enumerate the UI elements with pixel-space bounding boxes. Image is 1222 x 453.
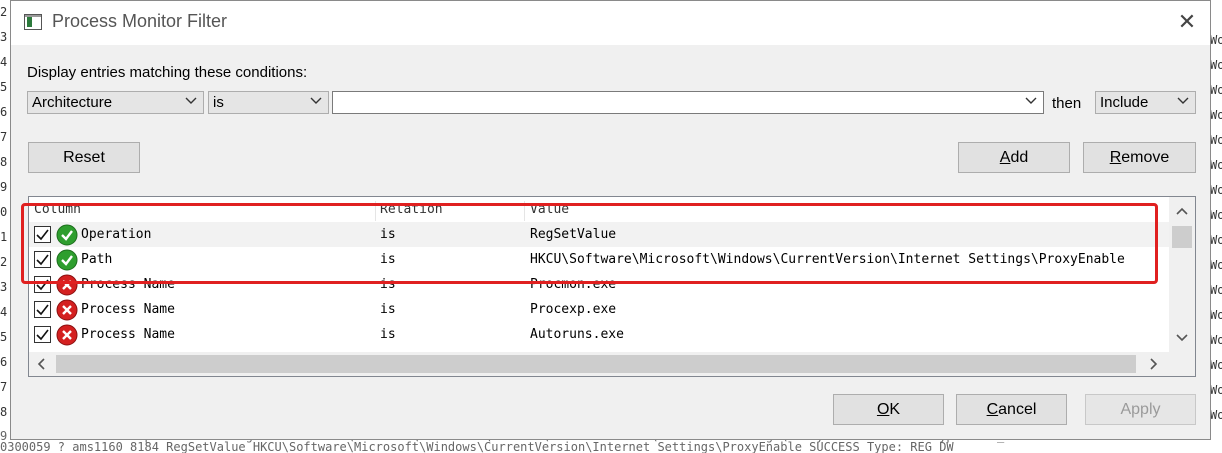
row-relation: is <box>380 252 396 267</box>
row-column: Path <box>81 252 113 267</box>
apply-button[interactable]: Apply <box>1085 394 1196 425</box>
dialog-title: Process Monitor Filter <box>52 11 228 31</box>
close-button[interactable]: ✕ <box>1164 1 1210 45</box>
filter-list[interactable]: Column Relation Value Operation is RegSetV… <box>28 196 1196 377</box>
row-column: Process Name <box>81 327 175 342</box>
filter-row[interactable]: Process Name is Procexp.exe <box>29 297 1169 322</box>
column-select-value: Architecture <box>32 94 113 111</box>
row-checkbox[interactable] <box>34 276 51 293</box>
row-relation: is <box>380 227 396 242</box>
background-row-text: Wo <box>1210 133 1222 147</box>
horizontal-scrollbar[interactable] <box>29 352 1195 376</box>
horizontal-scroll-thumb[interactable] <box>56 355 1136 373</box>
relation-select[interactable]: is <box>208 91 329 114</box>
row-value: Autoruns.exe <box>530 327 624 342</box>
exclude-x-icon <box>56 324 78 346</box>
row-relation: is <box>380 327 396 342</box>
remove-label-rest: emove <box>1121 149 1170 166</box>
cancel-mnemonic: C <box>986 401 999 418</box>
header-divider[interactable] <box>524 201 525 221</box>
chevron-down-icon <box>1025 97 1037 104</box>
vertical-scroll-thumb[interactable] <box>1172 226 1192 248</box>
background-row-text: Wo <box>1210 308 1222 322</box>
column-header-relation[interactable]: Relation <box>380 202 443 222</box>
app-window-icon <box>24 14 42 30</box>
cancel-button[interactable]: Cancel <box>956 394 1067 425</box>
action-select-value: Include <box>1100 94 1149 111</box>
scroll-down-icon[interactable] <box>1176 334 1188 342</box>
row-value: Procmon.exe <box>530 277 617 292</box>
background-row-text: Wo <box>1210 108 1222 122</box>
row-checkbox[interactable] <box>34 301 51 318</box>
filter-row[interactable]: Process Name is Procmon.exe <box>29 272 1169 297</box>
background-row-text: Wo <box>1210 158 1222 172</box>
title-bar[interactable]: Process Monitor Filter ✕ <box>11 1 1210 45</box>
row-value: RegSetValue <box>530 227 617 242</box>
add-mnemonic: A <box>999 149 1011 166</box>
remove-mnemonic: R <box>1109 149 1122 166</box>
vertical-scrollbar[interactable] <box>1169 197 1195 352</box>
add-label-rest: dd <box>1010 149 1029 166</box>
background-row-text: Wo <box>1210 258 1222 272</box>
background-row-text: Wo <box>1210 408 1222 422</box>
background-row-text: Wo <box>1210 383 1222 397</box>
include-check-icon <box>56 249 78 271</box>
row-column: Operation <box>81 227 152 242</box>
row-relation: is <box>380 277 396 292</box>
ok-button[interactable]: OK <box>833 394 944 425</box>
background-event-row: 0300059 ? ams1160 8184 RegSetValue HKCU\… <box>0 440 954 453</box>
ok-label-rest: K <box>889 401 901 418</box>
conditions-label: Display entries matching these condition… <box>27 64 308 81</box>
filter-row[interactable]: Process Name is Autoruns.exe <box>29 322 1169 347</box>
background-row-text: Wo <box>1210 58 1222 72</box>
ok-mnemonic: O <box>876 401 890 418</box>
exclude-x-icon <box>56 299 78 321</box>
scroll-up-icon[interactable] <box>1176 207 1188 215</box>
chevron-down-icon <box>185 97 197 104</box>
column-header-value[interactable]: Value <box>530 202 569 222</box>
filter-row[interactable]: Operation is RegSetValue <box>29 222 1169 247</box>
cancel-label-rest: ancel <box>998 401 1037 418</box>
remove-button[interactable]: Remove <box>1083 142 1196 173</box>
header-divider[interactable] <box>375 201 376 221</box>
action-select[interactable]: Include <box>1095 91 1196 114</box>
reset-button[interactable]: Reset <box>28 142 140 173</box>
exclude-x-icon <box>56 274 78 296</box>
chevron-down-icon <box>1177 97 1189 104</box>
value-input[interactable] <box>332 91 1044 114</box>
row-value: HKCU\Software\Microsoft\Windows\CurrentV… <box>530 252 1125 267</box>
filter-row[interactable]: Path is HKCU\Software\Microsoft\Windows\Cu… <box>29 247 1169 272</box>
background-row-text: Wo <box>1210 233 1222 247</box>
scroll-right-icon[interactable] <box>1150 358 1158 370</box>
background-row-text: Wo <box>1210 358 1222 372</box>
row-value: Procexp.exe <box>530 302 617 317</box>
relation-select-value: is <box>213 94 224 111</box>
column-select[interactable]: Architecture <box>27 91 204 114</box>
background-row-text: Wo <box>1210 283 1222 297</box>
background-row-text: Wo <box>1210 333 1222 347</box>
row-checkbox[interactable] <box>34 251 51 268</box>
row-checkbox[interactable] <box>34 326 51 343</box>
process-monitor-filter-dialog: Process Monitor Filter ✕ Display entries… <box>10 0 1211 440</box>
include-check-icon <box>56 224 78 246</box>
background-row-text: WoWoWoWoWoWoWoWoWoWoWoWoWoWoWoWoWo <box>1210 28 1222 448</box>
background-row-text: Wo <box>1210 83 1222 97</box>
then-label: then <box>1052 95 1082 112</box>
scroll-left-icon[interactable] <box>37 358 45 370</box>
row-checkbox[interactable] <box>34 226 51 243</box>
row-relation: is <box>380 302 396 317</box>
background-row-text: Wo <box>1210 33 1222 47</box>
row-column: Process Name <box>81 302 175 317</box>
chevron-down-icon <box>310 97 322 104</box>
add-button[interactable]: Add <box>958 142 1070 173</box>
column-header-column[interactable]: Column <box>34 202 81 222</box>
row-column: Process Name <box>81 277 175 292</box>
background-row-text: Wo <box>1210 208 1222 222</box>
background-row-text: Wo <box>1210 183 1222 197</box>
